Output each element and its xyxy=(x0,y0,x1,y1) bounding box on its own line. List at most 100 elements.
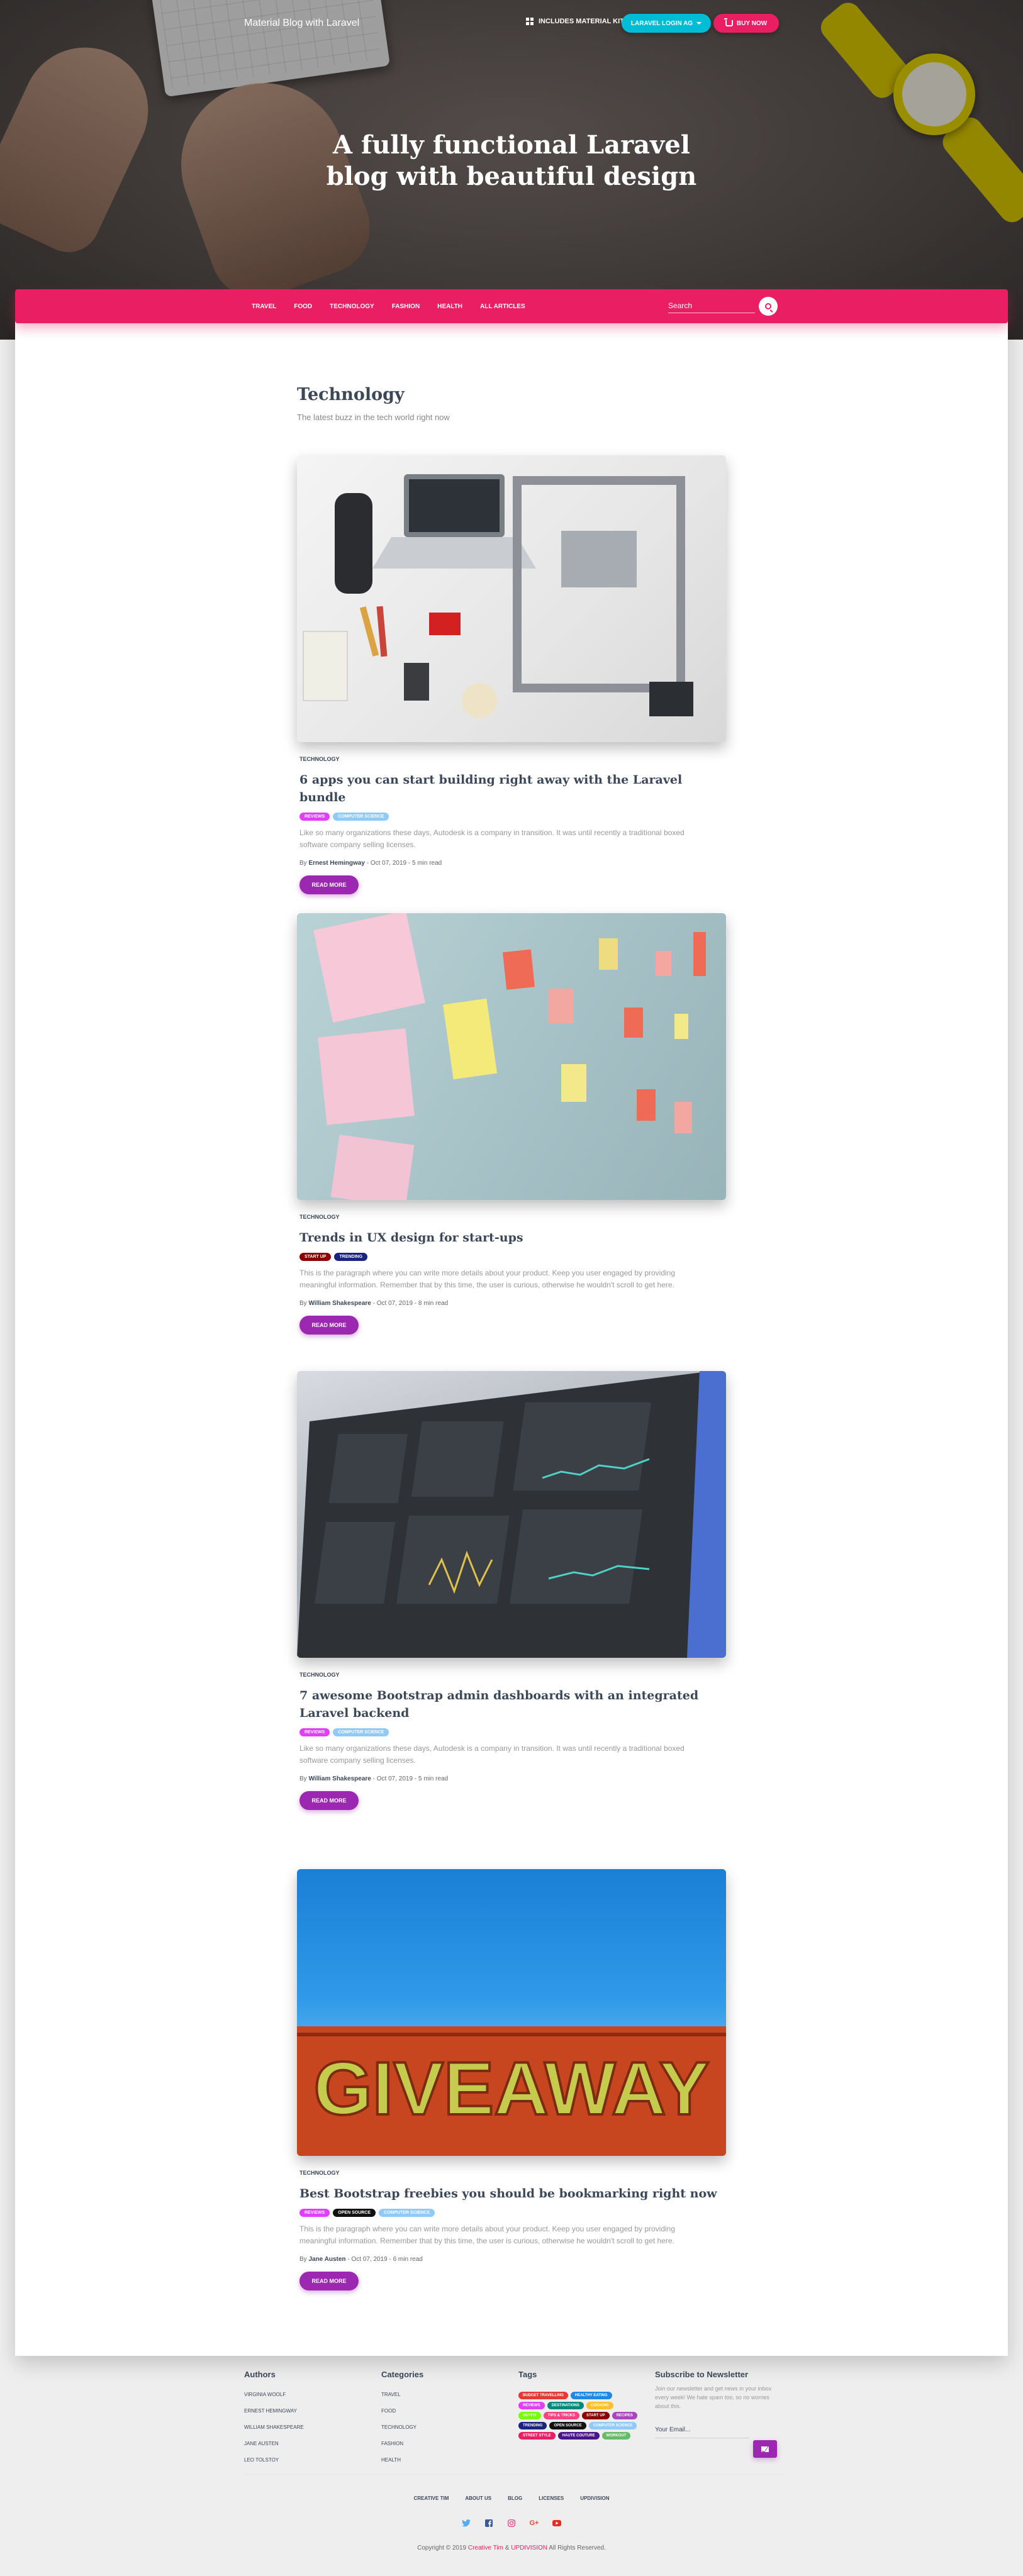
copyright: Copyright © 2019 Creative Tim & UPDIVISI… xyxy=(0,2545,1023,2551)
search-button[interactable] xyxy=(759,297,778,316)
nav-link-all-articles[interactable]: ALL ARTICLES xyxy=(480,303,525,310)
article-author[interactable]: William Shakespeare xyxy=(308,1300,371,1307)
footer-author-link[interactable]: JANE AUSTEN xyxy=(244,2441,304,2446)
badge-trending[interactable]: TRENDING xyxy=(334,1253,368,1261)
tag-chip[interactable]: OUTFIT xyxy=(518,2412,541,2419)
search-input[interactable] xyxy=(668,298,755,313)
footer-category-link[interactable]: TRAVEL xyxy=(381,2392,423,2397)
tag-chip[interactable]: REVIEWS xyxy=(518,2402,545,2409)
article-meta: By Ernest Hemingway - Oct 07, 2019 - 5 m… xyxy=(299,860,726,867)
twitter-icon[interactable] xyxy=(461,2518,471,2528)
tag-chip[interactable]: STREET STYLE xyxy=(518,2432,556,2440)
tag-chip[interactable]: TIPS & TRICKS xyxy=(543,2412,580,2419)
tag-chip[interactable]: OPEN SOURCE xyxy=(549,2422,586,2429)
badge-computer-science[interactable]: COMPUTER SCIENCE xyxy=(333,1728,389,1736)
youtube-icon[interactable] xyxy=(552,2518,562,2528)
tag-chip[interactable]: RECIPES xyxy=(612,2412,637,2419)
newsletter-email-input[interactable] xyxy=(655,2422,749,2438)
footer-category-link[interactable]: FASHION xyxy=(381,2441,423,2446)
copyright-updivision-link[interactable]: UPDIVISION xyxy=(511,2545,547,2551)
article-card: TECHNOLOGY 6 apps you can start building… xyxy=(297,455,726,894)
read-more-button[interactable]: READ MORE xyxy=(299,1791,359,1810)
brand-link[interactable]: Material Blog with Laravel xyxy=(244,18,359,29)
tag-chip[interactable]: HAUTE COUTURE xyxy=(557,2432,600,2440)
top-navbar: Material Blog with Laravel INCLUDES MATE… xyxy=(0,0,1023,48)
nav-link-technology[interactable]: TECHNOLOGY xyxy=(330,303,374,310)
article-excerpt: This is the paragraph where you can writ… xyxy=(299,2224,676,2245)
google-plus-icon[interactable]: G+ xyxy=(529,2518,539,2528)
footer-categories: Categories TRAVEL FOOD TECHNOLOGY FASHIO… xyxy=(381,2370,423,2473)
meta-by: By xyxy=(299,860,307,867)
footer-link-about-us[interactable]: ABOUT US xyxy=(465,2496,491,2501)
footer-link-updivision[interactable]: UPDIVISION xyxy=(580,2496,609,2501)
footer: Authors VIRGINIA WOOLF ERNEST HEMINGWAY … xyxy=(0,2356,1023,2576)
article-title[interactable]: 6 apps you can start building right away… xyxy=(299,771,726,806)
tag-chip[interactable]: DESTINATIONS xyxy=(547,2402,584,2409)
footer-author-link[interactable]: ERNEST HEMINGWAY xyxy=(244,2408,304,2414)
badge-start-up[interactable]: START UP xyxy=(299,1253,332,1261)
footer-category-link[interactable]: HEALTH xyxy=(381,2457,423,2463)
copyright-suffix: All Rights Reserved. xyxy=(549,2545,606,2551)
footer-author-link[interactable]: LEO TOLSTOY xyxy=(244,2457,304,2463)
buy-button-label: BUY NOW xyxy=(736,19,768,27)
meta-by: By xyxy=(299,2256,307,2263)
badge-open-source[interactable]: OPEN SOURCE xyxy=(333,2209,376,2217)
footer-author-link[interactable]: WILLIAM SHAKESPEARE xyxy=(244,2424,304,2430)
article-image-3d-printer[interactable] xyxy=(297,455,726,742)
chevron-down-icon xyxy=(696,22,702,25)
search-icon xyxy=(765,303,771,309)
nav-link-travel[interactable]: TRAVEL xyxy=(252,303,276,310)
nav-link-health[interactable]: HEALTH xyxy=(437,303,462,310)
article-title[interactable]: Trends in UX design for start-ups xyxy=(299,1229,726,1246)
badge-reviews[interactable]: REVIEWS xyxy=(299,1728,330,1736)
article-image-giveaway[interactable]: GIVEAWAY xyxy=(297,1869,726,2156)
article-excerpt: This is the paragraph where you can writ… xyxy=(299,1269,676,1289)
copyright-creative-tim-link[interactable]: Creative Tim xyxy=(468,2545,503,2551)
footer-category-link[interactable]: FOOD xyxy=(381,2408,423,2414)
badge-computer-science[interactable]: COMPUTER SCIENCE xyxy=(333,813,389,821)
buy-now-button[interactable]: BUY NOW xyxy=(713,14,779,33)
article-meta: By William Shakespeare - Oct 07, 2019 - … xyxy=(299,1300,726,1307)
hero-banner: Material Blog with Laravel INCLUDES MATE… xyxy=(0,0,1023,340)
badge-reviews[interactable]: REVIEWS xyxy=(299,2209,330,2217)
badge-computer-science[interactable]: COMPUTER SCIENCE xyxy=(379,2209,435,2217)
read-more-button[interactable]: READ MORE xyxy=(299,2272,359,2290)
read-more-button[interactable]: READ MORE xyxy=(299,875,359,894)
article-author[interactable]: Ernest Hemingway xyxy=(308,860,364,867)
tag-chip[interactable]: COMPUTER SCIENCE xyxy=(588,2422,637,2429)
nav-link-fashion[interactable]: FASHION xyxy=(392,303,420,310)
subscribe-button[interactable] xyxy=(753,2440,777,2458)
tag-chip[interactable]: START UP xyxy=(582,2412,610,2419)
article-author[interactable]: Jane Austen xyxy=(308,2256,345,2263)
footer-author-link[interactable]: VIRGINIA WOOLF xyxy=(244,2392,304,2397)
copyright-amp: & xyxy=(505,2545,510,2551)
tag-chip[interactable]: COOKING xyxy=(586,2402,613,2409)
tag-chip[interactable]: TRENDING xyxy=(518,2422,547,2429)
tag-chip[interactable]: BUDGET TRAVELLING xyxy=(518,2392,568,2399)
tag-chip[interactable]: WORKOUT xyxy=(601,2432,631,2440)
article-title[interactable]: 7 awesome Bootstrap admin dashboards wit… xyxy=(299,1687,726,1722)
article-badges: START UP TRENDING xyxy=(299,1253,726,1261)
badge-reviews[interactable]: REVIEWS xyxy=(299,813,330,821)
nav-link-food[interactable]: FOOD xyxy=(294,303,312,310)
article-badges: REVIEWS COMPUTER SCIENCE xyxy=(299,1728,726,1736)
article-image-sticky-notes[interactable] xyxy=(297,913,726,1200)
footer-tags: Tags BUDGET TRAVELLING HEALTHY EATING RE… xyxy=(518,2370,638,2440)
laravel-dropdown-button[interactable]: LARAVEL LOGIN AG xyxy=(622,14,711,33)
article-category: TECHNOLOGY xyxy=(299,1672,340,1678)
tag-chip[interactable]: HEALTHY EATING xyxy=(570,2392,612,2399)
article-image-dashboard[interactable] xyxy=(297,1371,726,1658)
read-more-button[interactable]: READ MORE xyxy=(299,1316,359,1335)
instagram-icon[interactable] xyxy=(506,2518,517,2528)
article-title[interactable]: Best Bootstrap freebies you should be bo… xyxy=(299,2185,726,2202)
article-category: TECHNOLOGY xyxy=(299,1214,340,1220)
footer-link-licenses[interactable]: LICENSES xyxy=(539,2496,564,2501)
footer-category-link[interactable]: TECHNOLOGY xyxy=(381,2424,423,2430)
footer-link-blog[interactable]: BLOG xyxy=(508,2496,522,2501)
facebook-icon[interactable] xyxy=(484,2518,494,2528)
tag-cloud: BUDGET TRAVELLING HEALTHY EATING REVIEWS… xyxy=(518,2392,638,2440)
article-date: - Oct 07, 2019 - 5 min read xyxy=(366,860,442,867)
article-author[interactable]: William Shakespeare xyxy=(308,1775,371,1782)
article-date: - Oct 07, 2019 - 6 min read xyxy=(347,2256,423,2263)
footer-link-creative-tim[interactable]: CREATIVE TIM xyxy=(414,2496,449,2501)
